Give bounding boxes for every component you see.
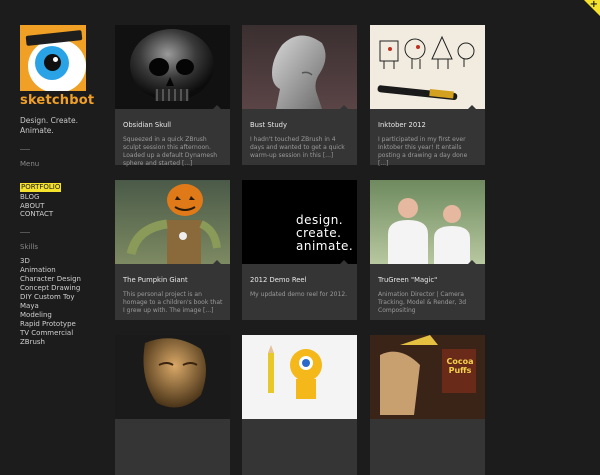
portfolio-card[interactable] bbox=[115, 335, 230, 475]
portfolio-card[interactable]: Cocoa Puffs bbox=[370, 335, 485, 475]
reel-text-line: animate. bbox=[296, 239, 354, 253]
card-description: I hadn't touched ZBrush in 4 days and wa… bbox=[250, 136, 345, 159]
card-description: Animation Director | Camera Tracking, Mo… bbox=[378, 291, 467, 314]
divider bbox=[20, 149, 30, 150]
skill-link[interactable]: Rapid Prototype bbox=[20, 320, 100, 329]
skill-link[interactable]: TV Commercial bbox=[20, 329, 100, 338]
portfolio-card[interactable] bbox=[242, 335, 357, 475]
portfolio-thumbnail[interactable] bbox=[115, 335, 230, 419]
nav-item-about[interactable]: ABOUT bbox=[20, 202, 100, 211]
card-title[interactable]: TruGreen "Magic" bbox=[378, 276, 437, 284]
card-title[interactable]: Obsidian Skull bbox=[123, 121, 171, 129]
menu-heading: Menu bbox=[20, 160, 40, 168]
nav-item-portfolio[interactable]: PORTFOLIO bbox=[20, 183, 62, 192]
portfolio-thumbnail[interactable] bbox=[115, 25, 230, 109]
skill-link[interactable]: ZBrush bbox=[20, 338, 100, 347]
portfolio-card[interactable]: TruGreen "Magic" Animation Director | Ca… bbox=[370, 180, 485, 320]
portfolio-card[interactable]: Inktober 2012 I participated in my first… bbox=[370, 25, 485, 167]
skill-link[interactable]: Animation bbox=[20, 266, 100, 275]
skill-link[interactable]: DIY Custom Toy bbox=[20, 293, 100, 302]
card-title[interactable]: Bust Study bbox=[250, 121, 287, 129]
portfolio-card[interactable]: The Pumpkin Giant This personal project … bbox=[115, 180, 230, 320]
card-description: I participated in my first ever Inktober… bbox=[378, 136, 468, 167]
portfolio-card[interactable]: Obsidian Skull Squeezed in a quick ZBrus… bbox=[115, 25, 230, 167]
plus-icon[interactable]: + bbox=[590, 0, 598, 10]
skills-heading: Skills bbox=[20, 242, 38, 251]
box-text: Puffs bbox=[448, 366, 472, 375]
site-name[interactable]: sketchbot bbox=[20, 93, 100, 108]
nav-item-blog[interactable]: BLOG bbox=[20, 193, 100, 202]
portfolio-card[interactable]: design. create. animate. 2012 Demo Reel … bbox=[242, 180, 357, 320]
portfolio-thumbnail[interactable]: design. create. animate. bbox=[242, 180, 357, 264]
portfolio-thumbnail[interactable] bbox=[115, 180, 230, 264]
card-title[interactable]: The Pumpkin Giant bbox=[123, 276, 188, 284]
card-description: This personal project is an homage to a … bbox=[123, 291, 223, 314]
main-nav: PORTFOLIO BLOG ABOUT CONTACT bbox=[20, 174, 100, 219]
box-text: Cocoa bbox=[446, 357, 474, 366]
nav-item-contact[interactable]: CONTACT bbox=[20, 210, 100, 219]
portfolio-thumbnail[interactable]: Cocoa Puffs bbox=[370, 335, 485, 419]
portfolio-thumbnail[interactable] bbox=[370, 25, 485, 109]
sketchbot-logo-icon[interactable] bbox=[20, 25, 86, 91]
portfolio-thumbnail[interactable] bbox=[242, 335, 357, 419]
sidebar: sketchbot Design. Create. Animate. Menu … bbox=[20, 25, 100, 347]
tagline: Design. Create. Animate. bbox=[20, 116, 78, 135]
card-description: Squeezed in a quick ZBrush sculpt sessio… bbox=[123, 136, 218, 167]
portfolio-thumbnail[interactable] bbox=[370, 180, 485, 264]
portfolio-card[interactable]: Bust Study I hadn't touched ZBrush in 4 … bbox=[242, 25, 357, 165]
skill-link[interactable]: Maya bbox=[20, 302, 100, 311]
card-title[interactable]: Inktober 2012 bbox=[378, 121, 426, 129]
card-title[interactable]: 2012 Demo Reel bbox=[250, 276, 306, 284]
skill-link[interactable]: Concept Drawing bbox=[20, 284, 100, 293]
divider bbox=[20, 231, 30, 233]
skill-link[interactable]: Modeling bbox=[20, 311, 100, 320]
skill-link[interactable]: Character Design bbox=[20, 275, 100, 284]
skill-link[interactable]: 3D bbox=[20, 257, 100, 266]
card-description: My updated demo reel for 2012. bbox=[250, 291, 348, 298]
skills-list: 3D Animation Character Design Concept Dr… bbox=[20, 257, 100, 347]
portfolio-thumbnail[interactable] bbox=[242, 25, 357, 109]
